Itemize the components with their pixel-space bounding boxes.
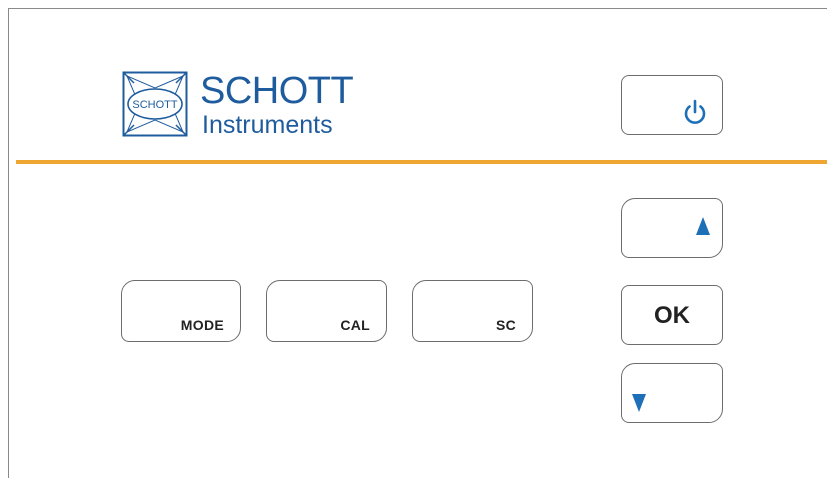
ok-button-label: OK bbox=[654, 302, 690, 329]
sc-button[interactable]: SC bbox=[412, 280, 533, 342]
brand-subtitle: Instruments bbox=[202, 111, 333, 139]
mode-button-label: MODE bbox=[180, 317, 224, 333]
mode-button[interactable]: MODE bbox=[121, 280, 241, 342]
sc-button-label: SC bbox=[495, 317, 516, 333]
power-icon bbox=[684, 99, 706, 124]
arrow-down-icon bbox=[632, 394, 646, 412]
down-button[interactable] bbox=[621, 363, 723, 423]
cal-button-label: CAL bbox=[340, 317, 370, 333]
power-button[interactable] bbox=[621, 75, 723, 135]
schott-emblem-icon: SCHOTT bbox=[122, 71, 188, 137]
ok-button[interactable]: OK bbox=[621, 285, 723, 345]
cal-button[interactable]: CAL bbox=[266, 280, 387, 342]
brand-name: SCHOTT bbox=[200, 70, 354, 112]
emblem-text: SCHOTT bbox=[132, 99, 178, 111]
arrow-up-icon bbox=[696, 217, 710, 235]
accent-divider bbox=[16, 160, 827, 164]
up-button[interactable] bbox=[621, 198, 723, 258]
